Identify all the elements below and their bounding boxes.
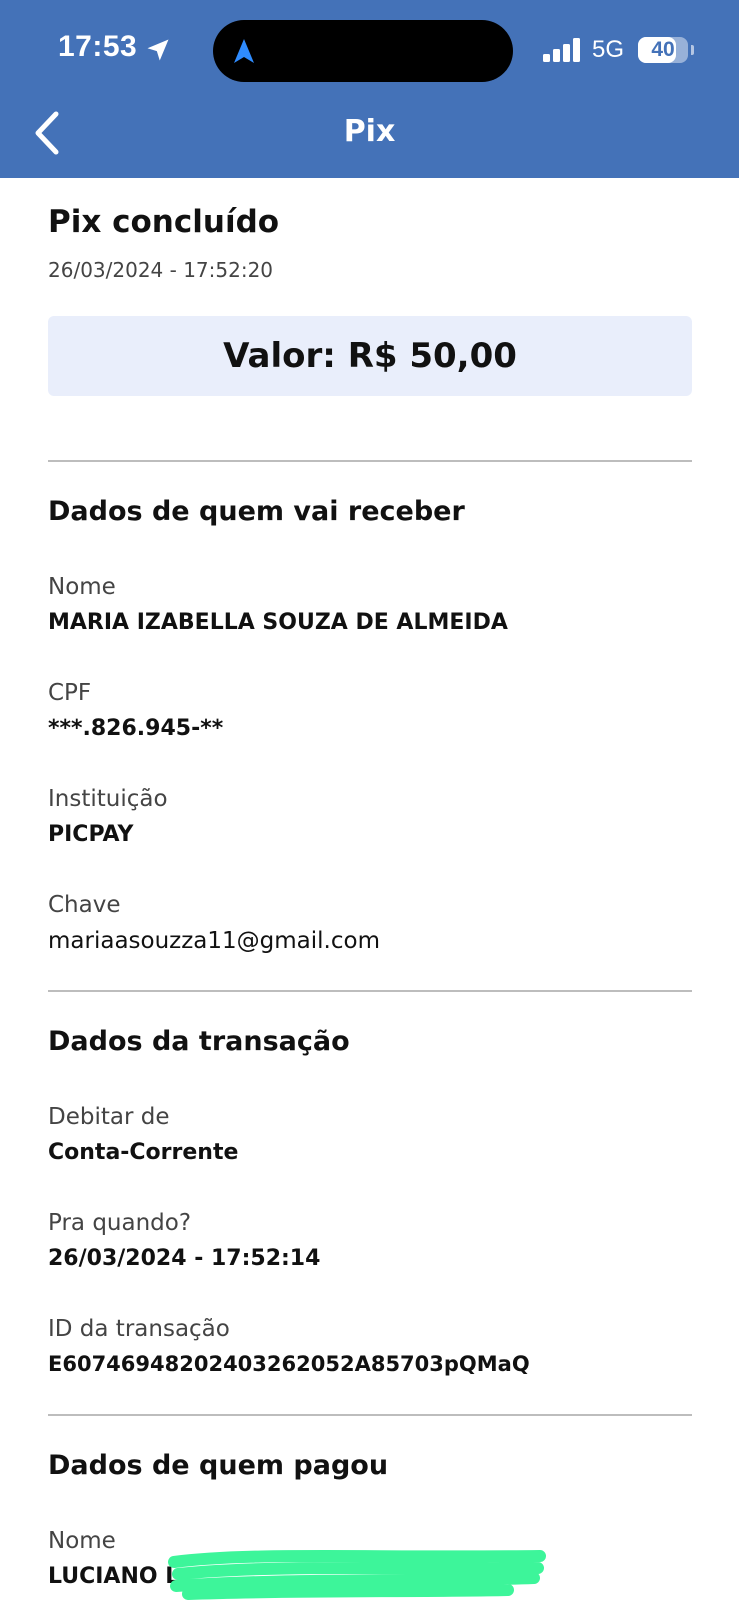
app-header: 17:53 5G 40 Pix xyxy=(0,0,739,178)
navigation-icon xyxy=(234,39,254,63)
amount-value: Valor: R$ 50,00 xyxy=(223,336,517,376)
divider xyxy=(48,990,692,992)
transaction-id-value: E60746948202403262052A85703pQMaQ xyxy=(48,1352,530,1376)
section-title-payer: Dados de quem pagou xyxy=(48,1450,389,1481)
location-arrow-icon xyxy=(147,39,169,61)
recipient-institution-label: Instituição xyxy=(48,786,168,812)
transaction-id-label: ID da transação xyxy=(48,1316,230,1342)
battery-level: 40 xyxy=(651,38,675,61)
payer-name-value: LUCIANO L xyxy=(48,1564,180,1589)
page-title: Pix xyxy=(343,114,396,149)
transaction-debit-value: Conta-Corrente xyxy=(48,1140,239,1165)
transaction-when-value: 26/03/2024 - 17:52:14 xyxy=(48,1246,321,1271)
recipient-key-value: mariaasouzza11@gmail.com xyxy=(48,928,380,954)
dynamic-island xyxy=(213,20,513,82)
recipient-name-label: Nome xyxy=(48,574,116,600)
signal-icon xyxy=(543,38,580,62)
section-title-recipient: Dados de quem vai receber xyxy=(48,496,465,527)
section-title-transaction: Dados da transação xyxy=(48,1026,350,1057)
status-title: Pix concluído xyxy=(48,204,280,240)
divider xyxy=(48,460,692,462)
recipient-cpf-value: ***.826.945-** xyxy=(48,716,224,741)
status-time: 17:53 xyxy=(58,30,138,63)
redaction-scribble xyxy=(168,1550,546,1600)
amount-box: Valor: R$ 50,00 xyxy=(48,316,692,396)
battery-icon: 40 xyxy=(638,37,688,63)
payer-name-label: Nome xyxy=(48,1528,116,1554)
recipient-cpf-label: CPF xyxy=(48,680,92,706)
divider xyxy=(48,1414,692,1416)
network-type: 5G xyxy=(592,36,625,63)
transaction-when-label: Pra quando? xyxy=(48,1210,192,1236)
status-datetime: 26/03/2024 - 17:52:20 xyxy=(48,258,274,282)
battery-tip xyxy=(691,45,694,55)
recipient-institution-value: PICPAY xyxy=(48,822,134,847)
transaction-debit-label: Debitar de xyxy=(48,1104,170,1130)
recipient-key-label: Chave xyxy=(48,892,121,918)
recipient-name-value: MARIA IZABELLA SOUZA DE ALMEIDA xyxy=(48,610,508,635)
